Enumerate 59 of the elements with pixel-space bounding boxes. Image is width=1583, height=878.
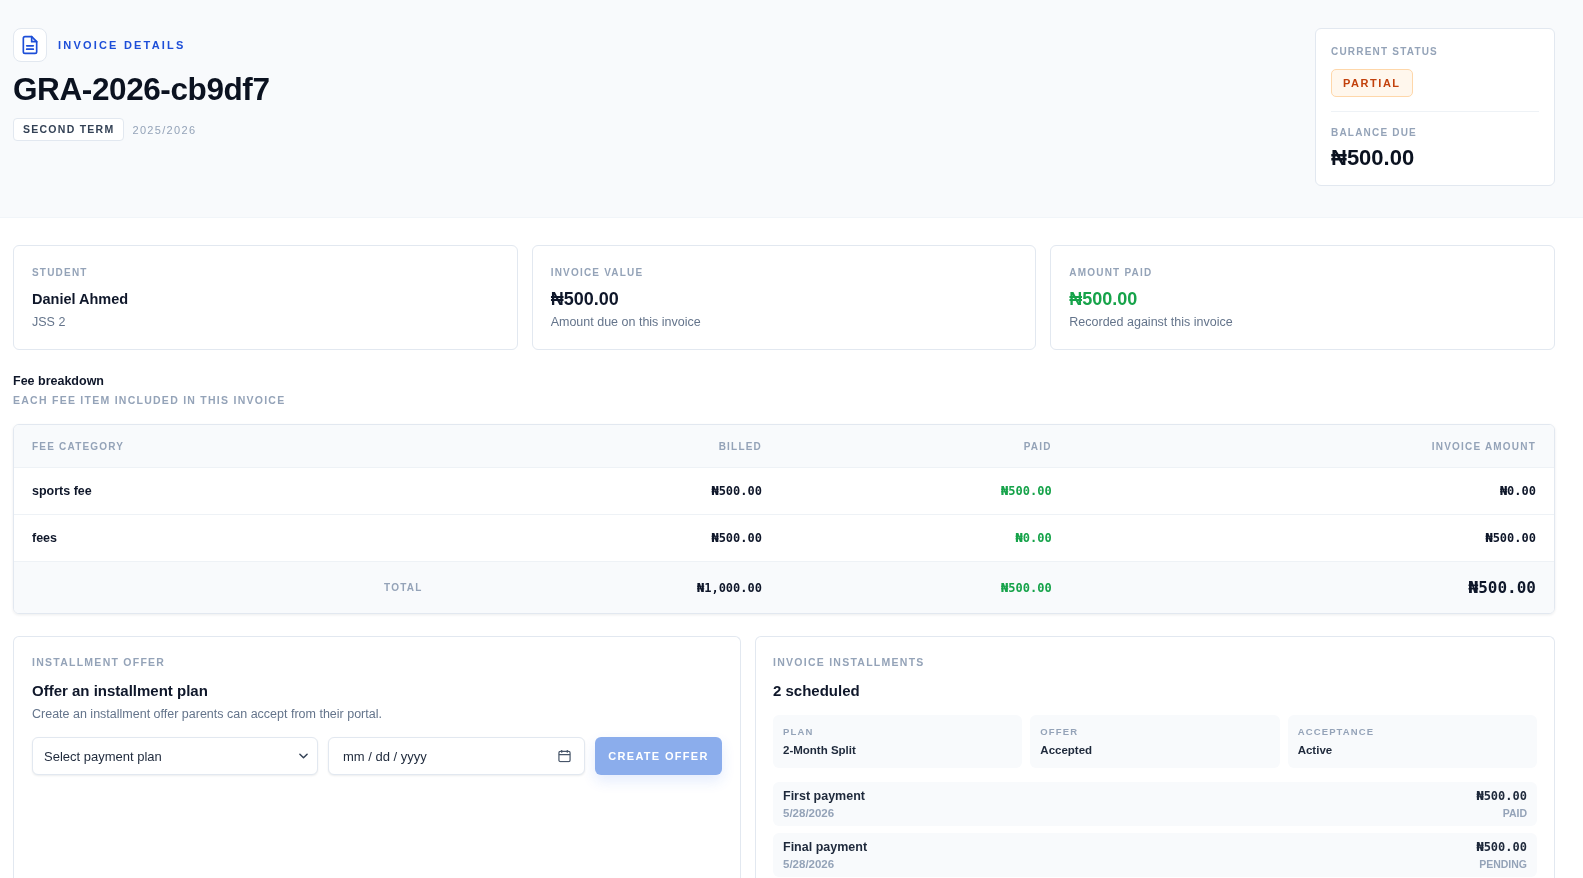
- card-note: Amount due on this invoice: [550, 314, 701, 331]
- column-header: BILLED: [717, 440, 763, 452]
- section-subtitle: EACH FEE ITEM INCLUDED IN THIS INVOICE: [13, 393, 286, 408]
- payment-name: Final payment: [783, 839, 868, 856]
- invoice-number-title: GRA-2026-cb9df7: [13, 70, 270, 108]
- payment-amount: ₦500.00: [1476, 839, 1527, 856]
- column-header: INVOICE AMOUNT: [1430, 440, 1537, 452]
- date-field[interactable]: mm / dd / yyyy: [328, 737, 585, 775]
- table-cell-text: ₦500.00: [710, 484, 763, 498]
- fact-label: PLAN: [783, 726, 814, 738]
- card-description: Create an installment offer parents can accept from their portal.: [32, 706, 382, 723]
- card-value: ₦500.00: [550, 289, 619, 309]
- chevron-down-icon: [299, 753, 308, 759]
- fact-label: ACCEPTANCE: [1297, 726, 1375, 738]
- session-text: 2025/2026: [132, 123, 197, 136]
- balance-label: BALANCE DUE: [1331, 126, 1417, 139]
- payment-date: 5/28/2026: [783, 857, 835, 872]
- balance-amount: ₦500.00: [1331, 145, 1415, 171]
- table-cell-text: TOTAL: [383, 582, 424, 593]
- status-label: CURRENT STATUS: [1331, 45, 1438, 58]
- payment-status: PENDING: [1479, 857, 1527, 872]
- payment-status: PAID: [1502, 806, 1527, 821]
- plan-select[interactable]: Select payment plan: [32, 737, 318, 775]
- table-cell-text: ₦0.00: [1014, 531, 1053, 545]
- card-value: ₦500.00: [1069, 289, 1138, 309]
- table-cell-text: ₦500.00: [1000, 484, 1053, 498]
- payment-amount: ₦500.00: [1476, 788, 1527, 805]
- table-cell-text: sports fee: [31, 484, 93, 498]
- card-note: JSS 2: [32, 314, 66, 331]
- page-eyebrow: INVOICE DETAILS: [58, 39, 186, 51]
- card-label: AMOUNT PAID: [1069, 266, 1153, 279]
- column-header: PAID: [1022, 440, 1053, 452]
- table-cell-text: ₦1,000.00: [695, 580, 763, 595]
- fact-value: 2-Month Split: [783, 743, 856, 758]
- term-tag: SECOND TERM: [13, 118, 125, 141]
- card-title: Offer an installment plan: [32, 681, 208, 701]
- calendar-icon: [558, 749, 571, 763]
- table-cell-text: ₦500.00: [1467, 578, 1537, 597]
- table-cell-text: ₦0.00: [1498, 484, 1537, 498]
- card-note: Recorded against this invoice: [1069, 314, 1233, 331]
- table-cell-text: fees: [31, 531, 59, 545]
- document-icon: [13, 28, 47, 62]
- fact-label: OFFER: [1040, 726, 1079, 738]
- payment-date: 5/28/2026: [783, 806, 835, 821]
- fact-value: Active: [1297, 743, 1333, 758]
- card-eyebrow: INVOICE INSTALLMENTS: [773, 656, 925, 669]
- card-label: INVOICE VALUE: [550, 266, 644, 279]
- fact-value: Accepted: [1040, 743, 1093, 758]
- payment-name: First payment: [783, 788, 865, 805]
- status-tag: PARTIAL: [1331, 69, 1413, 97]
- card-title: 2 scheduled: [773, 681, 860, 701]
- card-value: Daniel Ahmed: [32, 290, 129, 309]
- column-header: FEE CATEGORY: [31, 440, 126, 452]
- section-title: Fee breakdown: [13, 373, 104, 390]
- card-eyebrow: INSTALLMENT OFFER: [32, 656, 166, 669]
- table-cell-text: ₦500.00: [1000, 580, 1053, 595]
- card-label: STUDENT: [32, 266, 88, 279]
- table-cell-text: ₦500.00: [710, 531, 763, 545]
- table-cell-text: ₦500.00: [1484, 531, 1537, 545]
